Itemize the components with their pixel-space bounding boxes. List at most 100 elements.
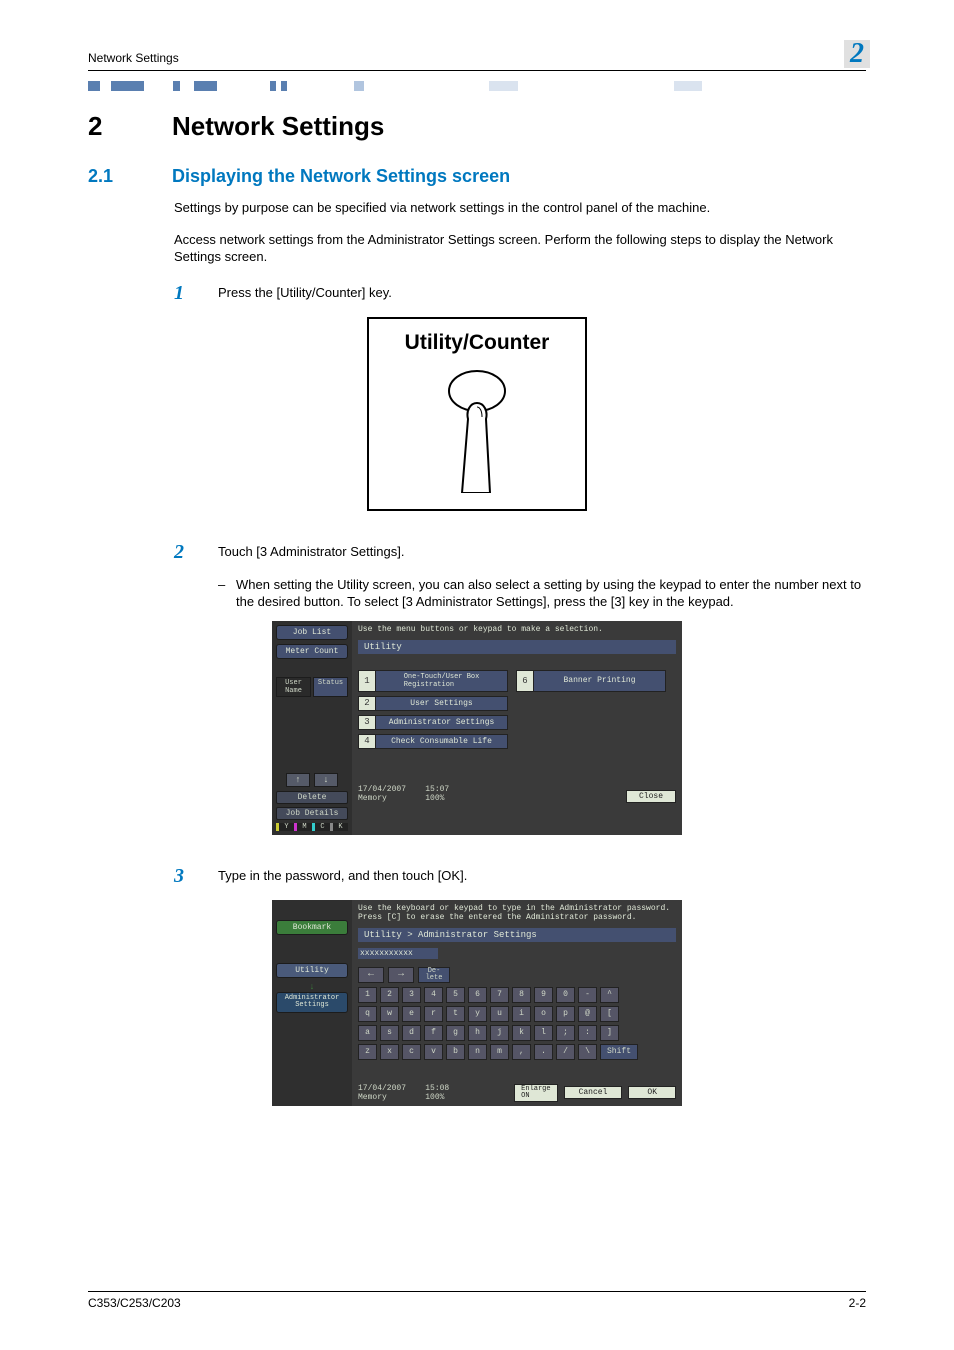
toner-y: Y: [276, 823, 294, 831]
key-f[interactable]: f: [424, 1025, 443, 1041]
key-5[interactable]: 5: [446, 987, 465, 1003]
key-@[interactable]: @: [578, 1006, 597, 1022]
up-arrow-button[interactable]: ↑: [286, 773, 310, 787]
cancel-button[interactable]: Cancel: [564, 1086, 623, 1099]
key-9[interactable]: 9: [534, 987, 553, 1003]
key-s[interactable]: s: [380, 1025, 399, 1041]
menu-item-6[interactable]: 6 Banner Printing: [516, 670, 666, 692]
section-title: 2.1Displaying the Network Settings scree…: [88, 166, 866, 187]
key-t[interactable]: t: [446, 1006, 465, 1022]
step-3-num: 3: [174, 863, 218, 890]
running-head-num: 2: [844, 40, 870, 68]
key-w[interactable]: w: [380, 1006, 399, 1022]
panel-password-memory: Memory: [358, 1093, 387, 1102]
section-number: 2.1: [88, 166, 172, 187]
key-:[interactable]: :: [578, 1025, 597, 1041]
panel-password-memory-pct: 100%: [425, 1093, 444, 1102]
caret-right-button[interactable]: →: [388, 967, 414, 983]
menu-item-3-label: Administrator Settings: [375, 715, 508, 730]
key-y[interactable]: y: [468, 1006, 487, 1022]
key-q[interactable]: q: [358, 1006, 377, 1022]
password-input[interactable]: xxxxxxxxxxx: [358, 948, 438, 959]
key-e[interactable]: e: [402, 1006, 421, 1022]
panel-password-title: Utility > Administrator Settings: [358, 928, 676, 942]
utility-button[interactable]: Utility: [276, 963, 348, 978]
keyboard-row-3: asdfghjkl;:]: [358, 1025, 676, 1041]
key-n[interactable]: n: [468, 1044, 487, 1060]
key-0[interactable]: 0: [556, 987, 575, 1003]
close-button[interactable]: Close: [626, 790, 676, 803]
key--[interactable]: -: [578, 987, 597, 1003]
key-,[interactable]: ,: [512, 1044, 531, 1060]
key-7[interactable]: 7: [490, 987, 509, 1003]
key-m[interactable]: m: [490, 1044, 509, 1060]
menu-item-1[interactable]: 1 One-Touch/User Box Registration: [358, 670, 508, 692]
arrow-down-icon: ↓: [276, 982, 348, 992]
divider-band: [88, 81, 866, 91]
menu-item-4-num: 4: [358, 734, 375, 749]
running-head-left: Network Settings: [88, 51, 179, 65]
key-;[interactable]: ;: [556, 1025, 575, 1041]
key-2[interactable]: 2: [380, 987, 399, 1003]
bookmark-button[interactable]: Bookmark: [276, 920, 348, 935]
key-\[interactable]: \: [578, 1044, 597, 1060]
key-k[interactable]: k: [512, 1025, 531, 1041]
panel-password-status: 17/04/2007 15:08 Memory 100%: [358, 1084, 449, 1102]
key-6[interactable]: 6: [468, 987, 487, 1003]
figure-password-screen: Bookmark Utility ↓ Administrator Setting…: [88, 900, 866, 1106]
key-h[interactable]: h: [468, 1025, 487, 1041]
key-x[interactable]: x: [380, 1044, 399, 1060]
menu-item-2-num: 2: [358, 696, 375, 711]
kb-delete-button[interactable]: De- lete: [418, 967, 450, 983]
panel-utility-left: Job List Meter Count User Name Status ↑ …: [272, 621, 352, 835]
key-8[interactable]: 8: [512, 987, 531, 1003]
key-l[interactable]: l: [534, 1025, 553, 1041]
chapter-title: 2Network Settings: [88, 111, 866, 142]
key-^[interactable]: ^: [600, 987, 619, 1003]
job-list-button[interactable]: Job List: [276, 625, 348, 640]
panel-utility-right: Use the menu buttons or keypad to make a…: [352, 621, 682, 835]
key-g[interactable]: g: [446, 1025, 465, 1041]
key-c[interactable]: c: [402, 1044, 421, 1060]
finger-icon: [432, 363, 522, 493]
key-d[interactable]: d: [402, 1025, 421, 1041]
key-][interactable]: ]: [600, 1025, 619, 1041]
panel-utility-title: Utility: [358, 640, 676, 654]
step-2-text: Touch [3 Administrator Settings].: [218, 539, 866, 566]
down-arrow-button[interactable]: ↓: [314, 773, 338, 787]
delete-button[interactable]: Delete: [276, 791, 348, 804]
menu-item-2[interactable]: 2 User Settings: [358, 696, 508, 711]
panel-password-hint1: Use the keyboard or keypad to type in th…: [358, 904, 676, 913]
key-z[interactable]: z: [358, 1044, 377, 1060]
key-4[interactable]: 4: [424, 987, 443, 1003]
menu-item-6-num: 6: [516, 670, 533, 692]
key-j[interactable]: j: [490, 1025, 509, 1041]
key-i[interactable]: i: [512, 1006, 531, 1022]
key-p[interactable]: p: [556, 1006, 575, 1022]
menu-item-3[interactable]: 3 Administrator Settings: [358, 715, 508, 730]
key-3[interactable]: 3: [402, 987, 421, 1003]
key-.[interactable]: .: [534, 1044, 553, 1060]
caret-left-button[interactable]: ←: [358, 967, 384, 983]
menu-item-4[interactable]: 4 Check Consumable Life: [358, 734, 508, 749]
key-[[interactable]: [: [600, 1006, 619, 1022]
key-v[interactable]: v: [424, 1044, 443, 1060]
panel-utility-status: 17/04/2007 15:07 Memory 100%: [358, 785, 449, 803]
enlarge-button[interactable]: Enlarge ON: [514, 1084, 557, 1102]
panel-utility: Job List Meter Count User Name Status ↑ …: [272, 621, 682, 835]
key-u[interactable]: u: [490, 1006, 509, 1022]
ok-button[interactable]: OK: [628, 1086, 676, 1099]
job-details-button[interactable]: Job Details: [276, 807, 348, 820]
step-3: 3 Type in the password, and then touch […: [88, 863, 866, 890]
key-/[interactable]: /: [556, 1044, 575, 1060]
meter-count-button[interactable]: Meter Count: [276, 644, 348, 659]
key-r[interactable]: r: [424, 1006, 443, 1022]
key-o[interactable]: o: [534, 1006, 553, 1022]
key-a[interactable]: a: [358, 1025, 377, 1041]
key-1[interactable]: 1: [358, 987, 377, 1003]
panel-password-date: 17/04/2007: [358, 1084, 406, 1093]
key-b[interactable]: b: [446, 1044, 465, 1060]
admin-settings-button[interactable]: Administrator Settings: [276, 992, 348, 1013]
status-label: Status: [313, 677, 348, 697]
shift-key[interactable]: Shift: [600, 1044, 638, 1060]
